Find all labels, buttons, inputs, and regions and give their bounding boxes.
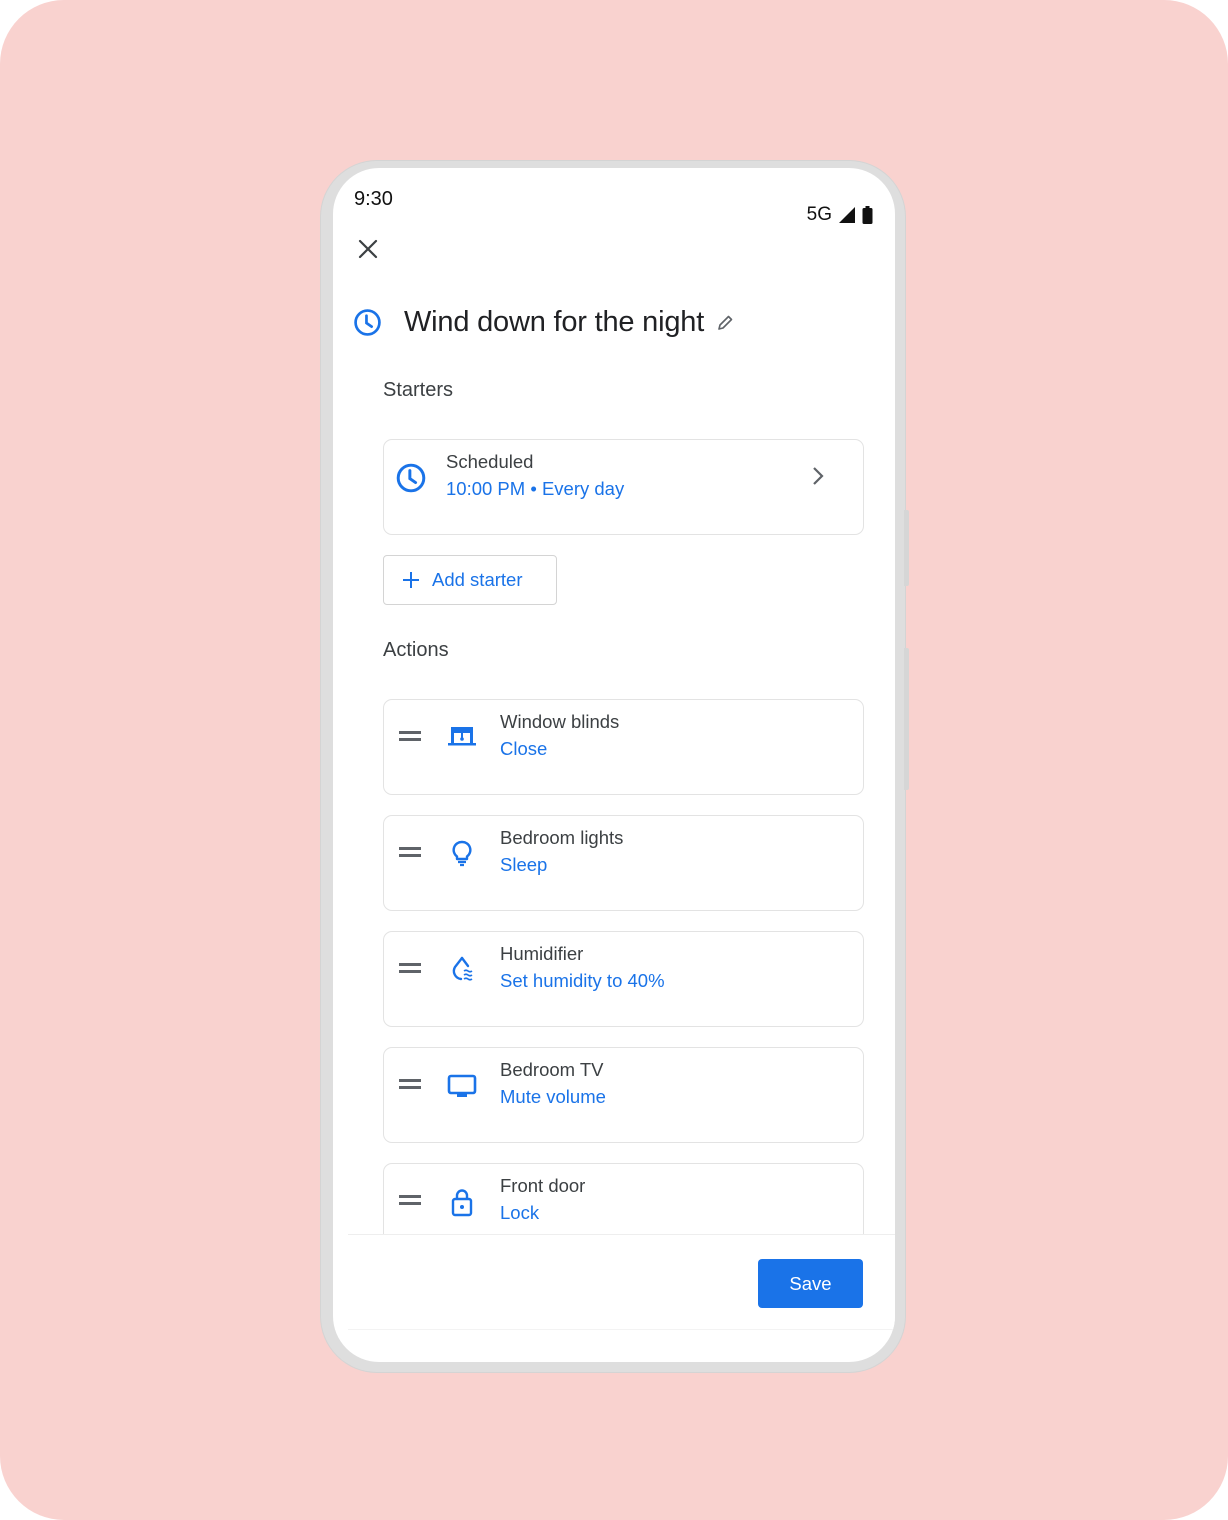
drag-handle-icon[interactable] [399, 1079, 421, 1089]
action-value: Lock [500, 1202, 540, 1223]
routine-header: Wind down for the night [353, 306, 734, 339]
action-card[interactable]: Humidifier Set humidity to 40% [383, 931, 864, 1027]
lightbulb-icon [452, 840, 472, 867]
network-label: 5G [806, 204, 832, 225]
humidity-icon [452, 956, 473, 981]
status-time: 9:30 [354, 188, 393, 210]
action-device: Bedroom TV [500, 1059, 604, 1080]
action-value: Close [500, 738, 548, 759]
save-button[interactable]: Save [758, 1259, 863, 1308]
plus-icon [403, 572, 419, 588]
drag-handle-icon[interactable] [399, 1195, 421, 1205]
window-blinds-icon [448, 727, 476, 746]
starters-heading: Starters [383, 379, 454, 401]
actions-heading: Actions [383, 639, 449, 661]
routine-title: Wind down for the night [404, 306, 705, 338]
action-card[interactable]: Window blinds Close [383, 699, 864, 795]
clock-icon [354, 309, 381, 336]
tv-icon [447, 1074, 477, 1097]
status-indicators: 5G [807, 204, 873, 226]
signal-icon [839, 207, 855, 223]
action-device: Bedroom lights [500, 827, 624, 848]
clock-icon [396, 463, 426, 493]
drag-handle-icon[interactable] [399, 963, 421, 973]
action-card[interactable]: Bedroom lights Sleep [383, 815, 864, 911]
action-value: Set humidity to 40% [500, 970, 665, 991]
drag-handle-icon[interactable] [399, 847, 421, 857]
drag-handle-icon[interactable] [399, 731, 421, 741]
bottom-bar: Save [348, 1234, 895, 1330]
action-value: Mute volume [500, 1086, 606, 1107]
starter-detail: 10:00 PM • Every day [446, 478, 625, 499]
starter-card-scheduled[interactable]: Scheduled 10:00 PM • Every day [383, 439, 864, 535]
action-device: Humidifier [500, 943, 584, 964]
add-starter-button[interactable]: Add starter [383, 555, 557, 605]
add-starter-label: Add starter [432, 569, 523, 590]
action-card[interactable]: Bedroom TV Mute volume [383, 1047, 864, 1143]
action-device: Front door [500, 1175, 586, 1196]
chevron-right-icon [813, 467, 824, 485]
pencil-icon [718, 315, 733, 330]
action-value: Sleep [500, 854, 548, 875]
battery-icon [862, 206, 873, 224]
background: 9:30 5G Wind down for the night Starters… [0, 0, 1228, 1520]
phone-screen: 9:30 5G Wind down for the night Starters… [333, 168, 895, 1362]
starter-title: Scheduled [446, 451, 534, 472]
volume-button [904, 648, 909, 790]
close-icon [358, 239, 378, 259]
action-device: Window blinds [500, 711, 620, 732]
lock-icon [451, 1189, 473, 1217]
power-button [904, 510, 909, 586]
edit-title-button[interactable] [716, 314, 734, 332]
close-button[interactable] [353, 234, 383, 264]
